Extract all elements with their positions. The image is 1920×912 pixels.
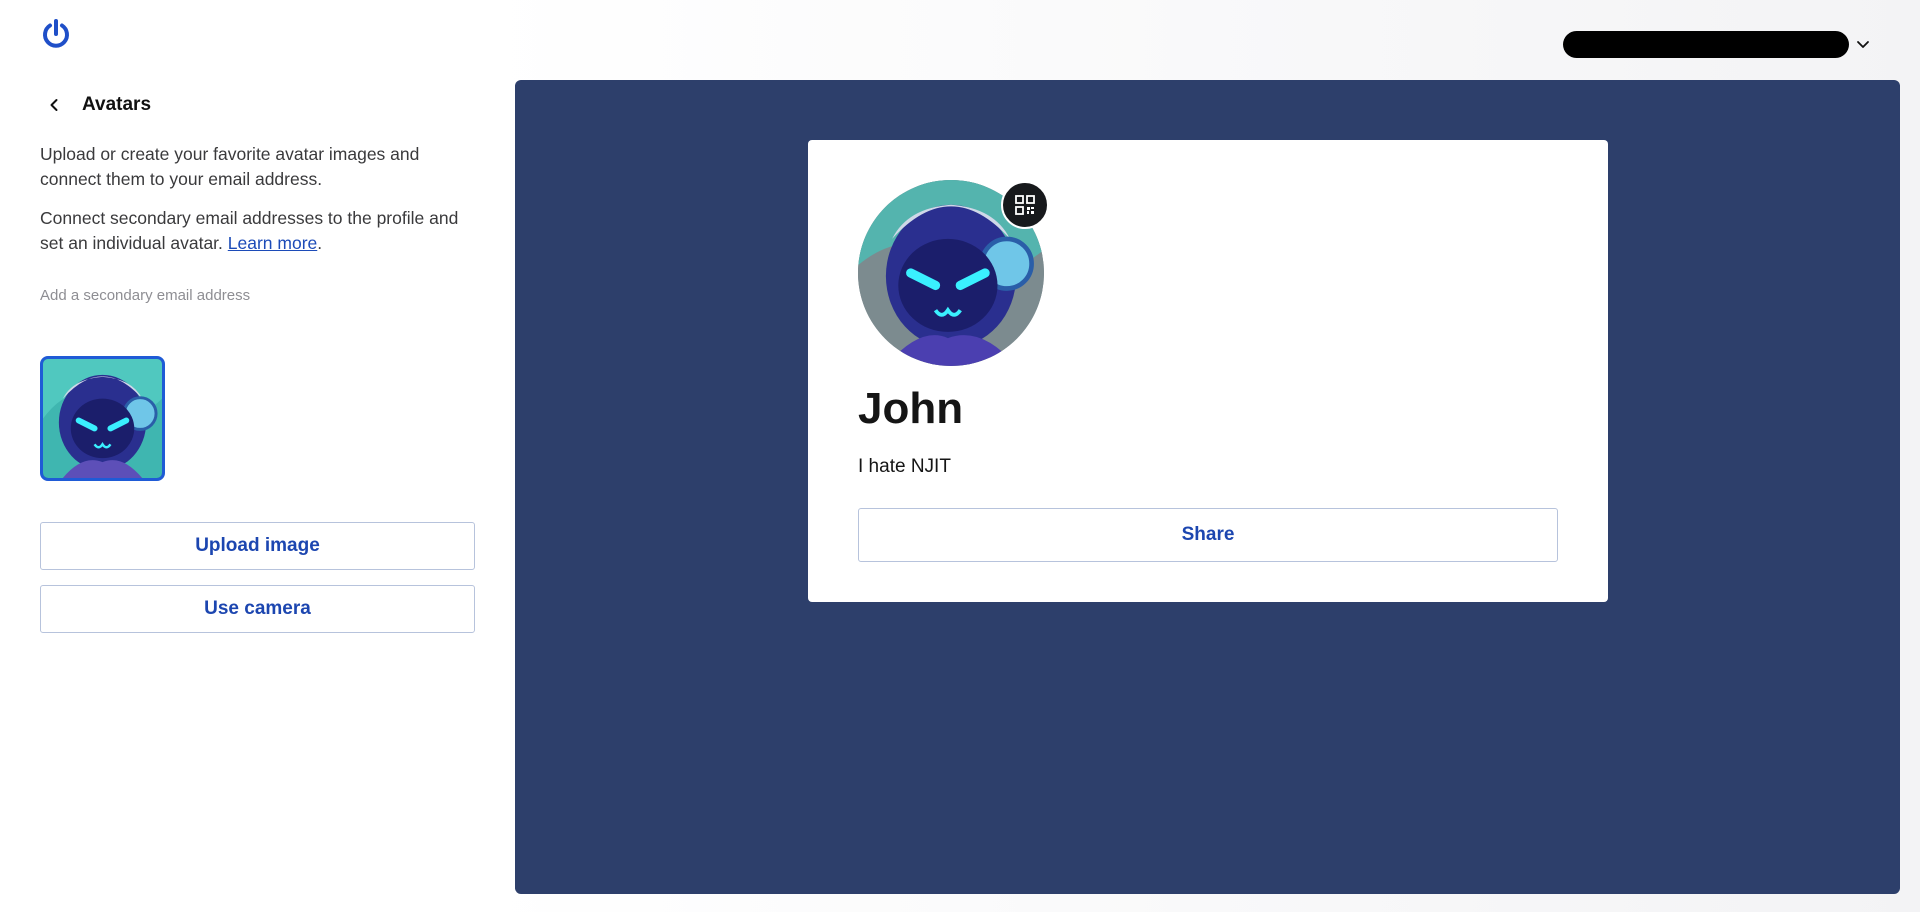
qr-code-button[interactable] — [1001, 181, 1049, 229]
panel-header: Avatars — [40, 88, 476, 122]
avatar-thumbnail-selected[interactable] — [40, 356, 165, 481]
profile-card: John I hate NJIT Share — [808, 140, 1608, 602]
secondary-description-period: . — [317, 233, 323, 253]
panel-title: Avatars — [82, 94, 152, 115]
chevron-left-icon[interactable] — [46, 97, 62, 113]
secondary-email-description: Connect secondary email addresses to the… — [40, 206, 476, 256]
power-icon[interactable] — [40, 18, 72, 50]
share-button[interactable]: Share — [858, 508, 1558, 562]
profile-name: John — [858, 384, 964, 433]
account-menu[interactable] — [1563, 30, 1871, 58]
learn-more-link[interactable]: Learn more — [228, 233, 318, 253]
avatars-panel: Avatars Upload or create your favorite a… — [40, 88, 476, 633]
chevron-down-icon[interactable] — [1855, 36, 1871, 52]
use-camera-button[interactable]: Use camera — [40, 585, 475, 633]
qr-code-icon — [1015, 195, 1035, 215]
account-name-redacted[interactable] — [1563, 30, 1849, 58]
avatars-description: Upload or create your favorite avatar im… — [40, 144, 420, 189]
profile-preview-area: John I hate NJIT Share — [515, 80, 1900, 894]
add-secondary-email-link[interactable]: Add a secondary email address — [40, 287, 476, 307]
profile-bio: I hate NJIT — [858, 456, 951, 477]
upload-image-button[interactable]: Upload image — [40, 522, 475, 570]
avatar-image — [43, 359, 162, 478]
